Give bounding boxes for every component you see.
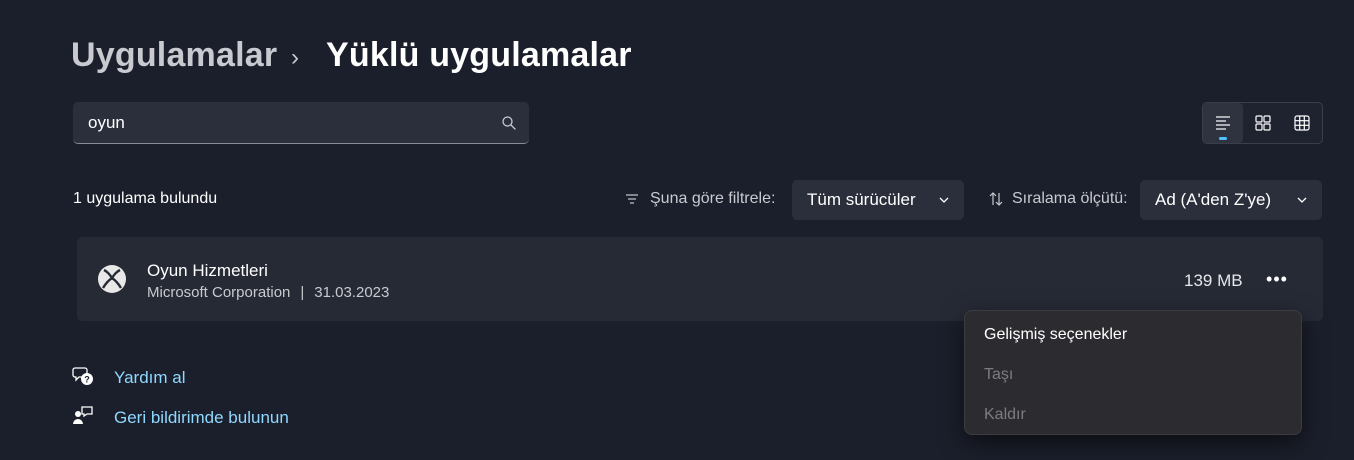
breadcrumb-chevron-icon: ›	[291, 44, 299, 71]
search-input[interactable]: oyun	[73, 102, 529, 144]
drive-filter-value: Tüm sürücüler	[807, 190, 916, 209]
app-meta: Microsoft Corporation | 31.03.2023	[147, 284, 389, 301]
get-help-link[interactable]: Yardım al	[114, 368, 186, 388]
grid-view-button[interactable]	[1243, 103, 1283, 143]
more-options-button[interactable]: •••	[1262, 266, 1292, 292]
search-input-value[interactable]: oyun	[88, 113, 501, 133]
sort-label: Sıralama ölçütü:	[1012, 190, 1128, 207]
grid-view-icon	[1254, 115, 1271, 131]
chevron-down-icon	[939, 197, 949, 203]
view-mode-group	[1202, 102, 1323, 144]
meta-separator: |	[300, 284, 305, 301]
help-chat-icon: ?	[72, 367, 93, 385]
page-title: Yüklü uygulamalar	[326, 36, 632, 74]
tile-view-icon	[1294, 115, 1310, 131]
list-view-button[interactable]	[1203, 103, 1243, 143]
filter-icon	[626, 194, 638, 204]
give-feedback-link[interactable]: Geri bildirimde bulunun	[114, 408, 289, 428]
chevron-down-icon	[1297, 197, 1307, 203]
drive-filter-dropdown[interactable]: Tüm sürücüler	[792, 180, 964, 220]
filter-label: Şuna göre filtrele:	[650, 190, 776, 207]
menu-item-advanced-options[interactable]: Gelişmiş seçenekler	[965, 315, 1301, 355]
menu-item-uninstall: Kaldır	[984, 406, 1026, 423]
feedback-icon	[73, 406, 93, 424]
tile-view-button[interactable]	[1282, 103, 1322, 143]
app-install-date: 31.03.2023	[314, 284, 390, 301]
breadcrumb-parent[interactable]: Uygulamalar	[71, 36, 277, 75]
sort-value: Ad (A'den Z'ye)	[1155, 190, 1272, 209]
sort-dropdown[interactable]: Ad (A'den Z'ye)	[1140, 180, 1322, 220]
app-name: Oyun Hizmetleri	[147, 261, 268, 280]
menu-item-move: Taşı	[984, 366, 1014, 383]
xbox-icon	[98, 265, 126, 293]
sort-icon	[989, 192, 1003, 206]
app-publisher: Microsoft Corporation	[147, 284, 291, 301]
results-count: 1 uygulama bulundu	[73, 190, 218, 207]
svg-text:?: ?	[84, 375, 90, 385]
app-size: 139 MB	[1184, 271, 1243, 290]
app-context-menu: Gelişmiş seçenekler Taşı Kaldır	[964, 310, 1302, 435]
list-view-icon	[1215, 116, 1230, 130]
search-icon[interactable]	[501, 115, 517, 131]
